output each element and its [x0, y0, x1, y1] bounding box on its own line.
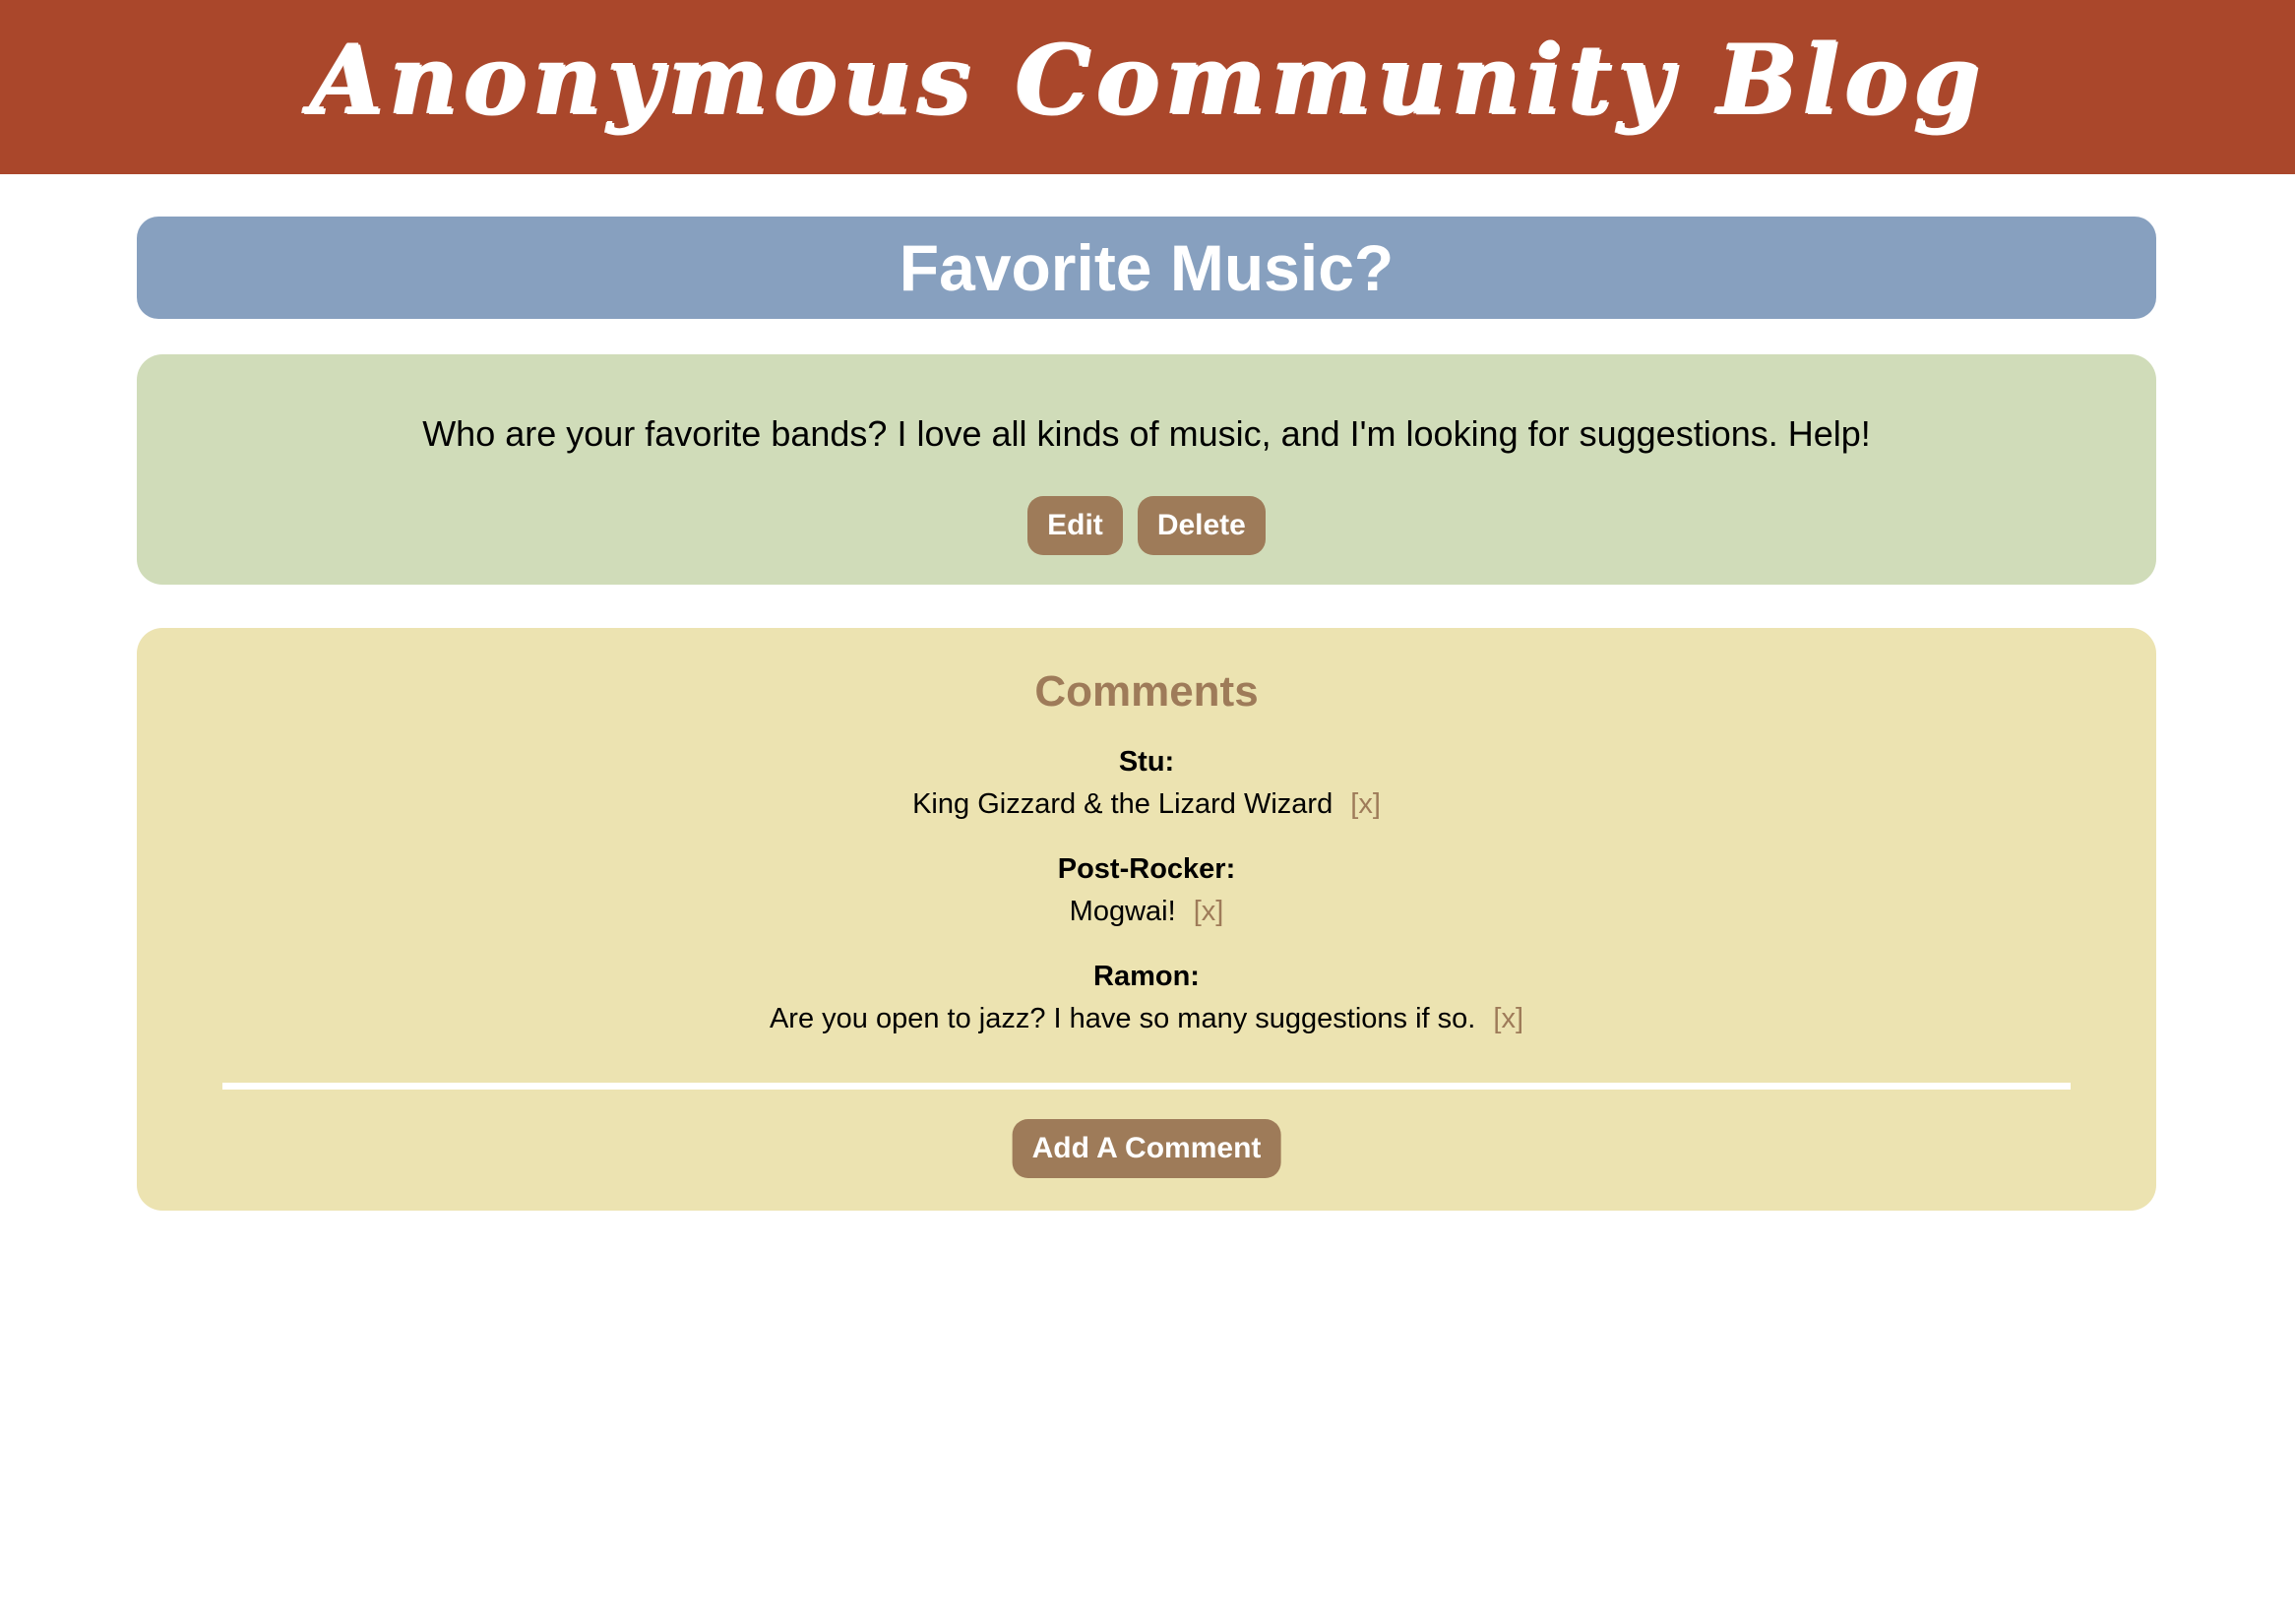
comment-item: Ramon: Are you open to jazz? I have so m… [137, 961, 2156, 1035]
site-header: Anonymous Community Blog [0, 0, 2295, 174]
comment-text: King Gizzard & the Lizard Wizard [912, 788, 1334, 820]
site-title: Anonymous Community Blog [309, 24, 1986, 135]
post-actions: Edit Delete [137, 496, 2156, 555]
comment-author: Stu: [1118, 746, 1175, 778]
comment-text-row: King Gizzard & the Lizard Wizard [x] [137, 788, 2156, 821]
comment-text-row: Are you open to jazz? I have so many sug… [137, 1003, 2156, 1035]
comments-heading: Comments [1034, 667, 1259, 716]
comments-divider [222, 1083, 2071, 1090]
delete-button[interactable]: Delete [1137, 496, 1266, 555]
comment-text-row: Mogwai! [x] [137, 896, 2156, 928]
comments-section: Comments Stu: King Gizzard & the Lizard … [137, 628, 2156, 1211]
post-title-bar: Favorite Music? [137, 217, 2156, 319]
post-title: Favorite Music? [899, 231, 1395, 304]
add-comment-button[interactable]: Add A Comment [1012, 1119, 1281, 1178]
post-text: Who are your favorite bands? I love all … [422, 413, 1871, 454]
comment-item: Post-Rocker: Mogwai! [x] [137, 853, 2156, 928]
comment-text: Mogwai! [1069, 896, 1176, 927]
post-body: Who are your favorite bands? I love all … [137, 354, 2156, 585]
comment-delete-link[interactable]: [x] [1350, 788, 1381, 820]
comment-text: Are you open to jazz? I have so many sug… [769, 1003, 1476, 1034]
comment-author: Post-Rocker: [1057, 853, 1236, 885]
comment-delete-link[interactable]: [x] [1493, 1003, 1523, 1034]
comment-item: Stu: King Gizzard & the Lizard Wizard [x… [137, 746, 2156, 821]
comment-delete-link[interactable]: [x] [1194, 896, 1224, 927]
comment-author: Ramon: [1093, 961, 1200, 992]
edit-button[interactable]: Edit [1027, 496, 1123, 555]
